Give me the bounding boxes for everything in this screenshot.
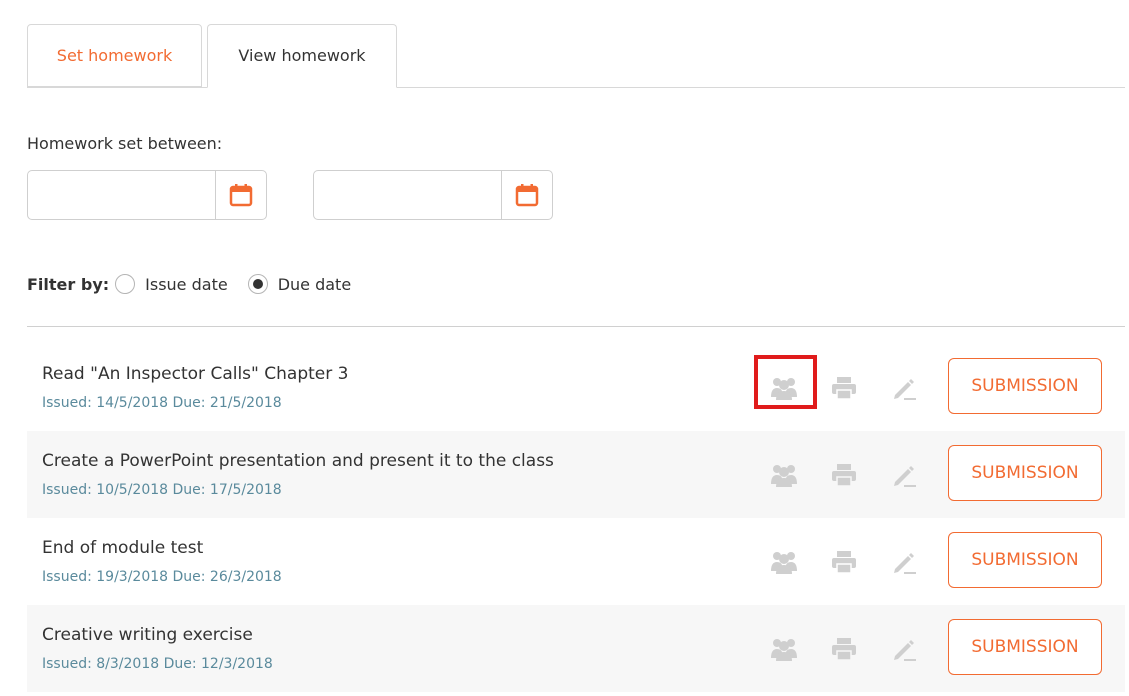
print-icon[interactable] <box>827 633 861 665</box>
submission-button[interactable]: SUBMISSION <box>948 358 1102 414</box>
homework-row: End of module test Issued: 19/3/2018 Due… <box>27 518 1125 605</box>
pencil-icon[interactable] <box>887 546 921 578</box>
submission-button[interactable]: SUBMISSION <box>948 445 1102 501</box>
pencil-icon[interactable] <box>887 459 921 491</box>
homework-title: End of module test <box>42 538 204 558</box>
homework-title: Creative writing exercise <box>42 625 253 645</box>
tab-set-homework[interactable]: Set homework <box>27 24 202 87</box>
end-date-field <box>313 170 553 220</box>
print-icon[interactable] <box>827 546 861 578</box>
homework-row: Read "An Inspector Calls" Chapter 3 Issu… <box>27 344 1125 431</box>
pencil-icon[interactable] <box>887 372 921 404</box>
people-icon[interactable] <box>767 546 801 578</box>
pencil-icon[interactable] <box>887 633 921 665</box>
print-icon[interactable] <box>827 372 861 404</box>
people-icon[interactable] <box>767 459 801 491</box>
homework-dates: Issued: 14/5/2018 Due: 21/5/2018 <box>42 395 282 411</box>
end-date-calendar-button[interactable] <box>501 171 552 219</box>
homework-title: Create a PowerPoint presentation and pre… <box>42 451 554 471</box>
date-range-label: Homework set between: <box>27 134 223 153</box>
homework-dates: Issued: 10/5/2018 Due: 17/5/2018 <box>42 482 282 498</box>
start-date-field <box>27 170 267 220</box>
homework-tabs: Set homework View homework <box>27 24 1125 88</box>
homework-dates: Issued: 8/3/2018 Due: 12/3/2018 <box>42 656 273 672</box>
due-date-label[interactable]: Due date <box>278 275 351 294</box>
filter-by-label: Filter by: <box>27 274 110 294</box>
start-date-input[interactable] <box>28 171 216 219</box>
homework-title: Read "An Inspector Calls" Chapter 3 <box>42 364 349 384</box>
submission-button[interactable]: SUBMISSION <box>948 619 1102 675</box>
radio-selected-dot <box>252 279 263 289</box>
print-icon[interactable] <box>827 459 861 491</box>
people-icon[interactable] <box>767 372 801 404</box>
homework-dates: Issued: 19/3/2018 Due: 26/3/2018 <box>42 569 282 585</box>
start-date-calendar-button[interactable] <box>215 171 266 219</box>
homework-row: Create a PowerPoint presentation and pre… <box>27 431 1125 518</box>
filter-by-group: Filter by: Issue date Due date <box>27 272 371 296</box>
issue-date-label[interactable]: Issue date <box>145 275 228 294</box>
homework-list: Read "An Inspector Calls" Chapter 3 Issu… <box>27 344 1125 692</box>
issue-date-radio[interactable] <box>115 274 136 294</box>
due-date-radio[interactable] <box>247 274 268 294</box>
calendar-icon <box>515 184 539 207</box>
people-icon[interactable] <box>767 633 801 665</box>
homework-row: Creative writing exercise Issued: 8/3/20… <box>27 605 1125 692</box>
divider <box>27 326 1125 327</box>
tab-view-homework[interactable]: View homework <box>207 24 397 88</box>
calendar-icon <box>229 184 253 207</box>
submission-button[interactable]: SUBMISSION <box>948 532 1102 588</box>
end-date-input[interactable] <box>314 171 502 219</box>
